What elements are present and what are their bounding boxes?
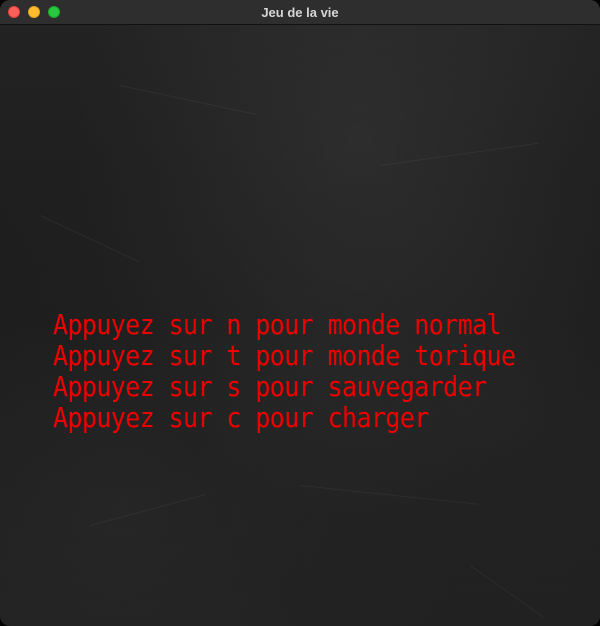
instruction-toric-world: Appuyez sur t pour monde torique: [53, 339, 516, 372]
window-title: Jeu de la vie: [261, 5, 339, 20]
texture-scratch: [379, 142, 539, 166]
app-window: Jeu de la vie Appuyez sur n pour monde n…: [0, 0, 600, 626]
texture-scratch: [119, 85, 258, 116]
game-canvas[interactable]: Appuyez sur n pour monde normal Appuyez …: [0, 25, 600, 626]
texture-scratch: [39, 215, 140, 263]
texture-scratch: [469, 565, 545, 618]
texture-scratch: [89, 493, 207, 526]
title-bar[interactable]: Jeu de la vie: [0, 0, 600, 25]
instruction-save: Appuyez sur s pour sauvegarder: [53, 370, 487, 403]
instructions-menu: Appuyez sur n pour monde normal Appuyez …: [53, 308, 516, 434]
instruction-load: Appuyez sur c pour charger: [53, 401, 429, 434]
instruction-normal-world: Appuyez sur n pour monde normal: [53, 308, 502, 341]
texture-scratch: [299, 485, 480, 505]
